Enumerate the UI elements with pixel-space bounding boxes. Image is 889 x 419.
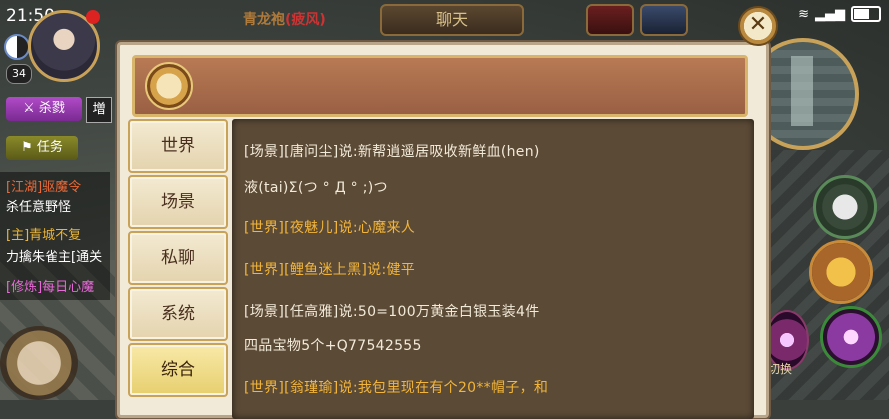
player-title: 青龙袍(疲风)	[243, 12, 326, 28]
quest-desc[interactable]: 力擒朱雀主[通关	[6, 246, 102, 265]
red-lantern-button[interactable]	[586, 4, 634, 36]
quest-tag[interactable]: [江湖]驱魔令	[6, 176, 81, 195]
tab-world[interactable]: 世界	[128, 119, 228, 173]
notification-badge	[86, 10, 100, 24]
side-button[interactable]: 増	[86, 97, 112, 123]
cell-signal-icon: ▂▄▆	[815, 6, 845, 22]
scroll-icon	[145, 62, 193, 110]
signal-indicators: ≋ ▂▄▆	[798, 6, 881, 22]
chat-message[interactable]: [场景][唐问尘]说:新帮逍遥居吸收新鲜血(hen)	[244, 141, 540, 161]
tab-combined[interactable]: 综合	[128, 343, 228, 397]
chat-message[interactable]: 四品宝物5个+Q77542555	[244, 335, 422, 355]
chat-dialog: 世界 场景 私聊 系统 综合 [场景][唐问尘]说:新帮逍遥居吸收新鲜血(hen…	[117, 42, 769, 419]
tab-system[interactable]: 系统	[128, 287, 228, 341]
level-badge: 34	[6, 64, 32, 84]
tab-private[interactable]: 私聊	[128, 231, 228, 285]
quest-tag[interactable]: [修炼]每日心魔	[6, 276, 94, 295]
chat-message[interactable]: [世界][夜魅儿]说:心魔来人	[244, 217, 415, 237]
quest-desc[interactable]: 杀任意野怪	[6, 196, 71, 215]
swords-icon: ⚔	[23, 101, 35, 116]
quest-tag[interactable]: [主]青城不复	[6, 224, 81, 243]
mask-icon[interactable]	[813, 175, 877, 239]
boot-icon[interactable]	[809, 240, 873, 304]
flag-icon: ⚑	[21, 140, 33, 155]
wifi-icon: ≋	[798, 6, 809, 22]
chat-tab-button[interactable]: 聊天	[380, 4, 524, 36]
kill-mode-button[interactable]: ⚔ 杀戮	[6, 97, 82, 121]
quest-tracker[interactable]: [江湖]驱魔令 杀任意野怪 [主]青城不复 力擒朱雀主[通关 [修炼]每日心魔	[0, 172, 110, 300]
chat-message[interactable]: [世界][鲤鱼迷上黑]说:健平	[244, 259, 415, 279]
battery-icon	[851, 6, 881, 22]
chat-message[interactable]: [场景][任高雅]说:50=100万黄金白银玉装4件	[244, 301, 540, 321]
message-list[interactable]: [场景][唐问尘]说:新帮逍遥居吸收新鲜血(hen) 液(tai)Σ(つ ° Д…	[232, 119, 754, 419]
skill-icon[interactable]	[820, 306, 882, 368]
taiji-icon[interactable]	[4, 34, 30, 60]
dialog-header	[132, 55, 748, 117]
joystick-button[interactable]	[0, 326, 78, 400]
chat-message[interactable]: [世界][翁瑾瑜]说:我包里现在有个20**帽子，和	[244, 377, 548, 397]
switch-label[interactable]: 切换	[768, 360, 792, 377]
pavilion-button[interactable]	[640, 4, 688, 36]
chat-message[interactable]: 液(tai)Σ(つ ° Д ° ;)つ	[244, 177, 388, 197]
task-button[interactable]: ⚑ 任务	[6, 136, 78, 160]
close-icon[interactable]: ✕	[738, 6, 778, 46]
tab-scene[interactable]: 场景	[128, 175, 228, 229]
